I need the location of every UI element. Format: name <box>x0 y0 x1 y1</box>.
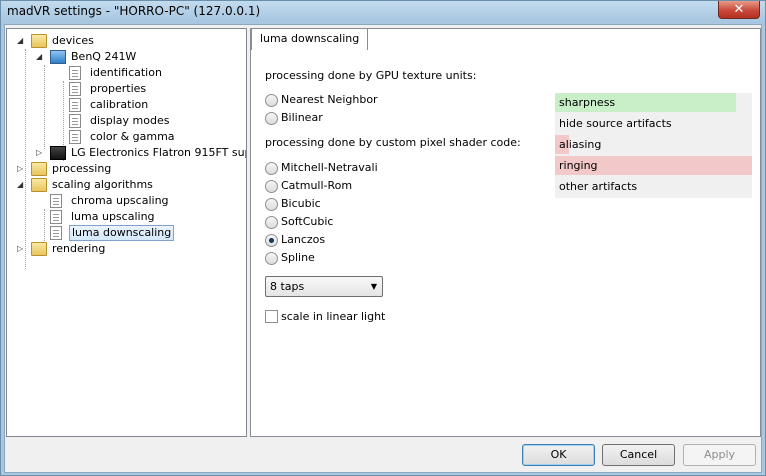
document-icon <box>69 98 81 112</box>
tree-label: scaling algorithms <box>52 178 153 191</box>
tree-label: display modes <box>90 114 170 127</box>
radio-label: SoftCubic <box>281 215 334 228</box>
tree-label: processing <box>52 162 112 175</box>
quality-ratings: sharpness hide source artifacts aliasing… <box>555 93 752 198</box>
rating-label: hide source artifacts <box>559 117 672 130</box>
tree-label: properties <box>90 82 147 95</box>
radio-circle[interactable] <box>265 112 278 125</box>
checkbox-box[interactable] <box>265 310 278 323</box>
title-bar[interactable]: madVR settings - "HORRO-PC" (127.0.0.1) … <box>1 1 765 23</box>
tree-label: luma upscaling <box>71 210 155 223</box>
rating-label: ringing <box>559 159 598 172</box>
radio-circle[interactable] <box>265 252 278 265</box>
radio-label: Mitchell-Netravali <box>281 161 378 174</box>
radio-label: Spline <box>281 251 315 264</box>
window-title: madVR settings - "HORRO-PC" (127.0.0.1) <box>7 4 261 18</box>
radio-circle[interactable] <box>265 198 278 211</box>
cancel-button[interactable]: Cancel <box>602 444 675 466</box>
radio-label: Nearest Neighbor <box>281 93 378 106</box>
document-icon <box>69 82 81 96</box>
settings-window: madVR settings - "HORRO-PC" (127.0.0.1) … <box>0 0 766 476</box>
document-icon <box>69 114 81 128</box>
expand-icon[interactable]: ▷ <box>36 149 45 158</box>
rating-ringing: ringing <box>555 156 752 177</box>
tree-label: color & gamma <box>90 130 175 143</box>
tree-label: identification <box>90 66 162 79</box>
radio-label: Catmull-Rom <box>281 179 353 192</box>
radio-circle[interactable] <box>265 180 278 193</box>
gpu-heading: processing done by GPU texture units: <box>265 69 477 82</box>
collapse-icon[interactable]: ◢ <box>17 37 26 46</box>
folder-icon <box>31 242 47 256</box>
settings-tree[interactable]: ◢ devices ◢ BenQ 241W identification pro… <box>6 28 247 437</box>
document-icon <box>50 210 62 224</box>
taps-value: 8 taps <box>270 280 305 293</box>
dropdown-arrow-icon: ▼ <box>370 282 377 291</box>
collapse-icon[interactable]: ◢ <box>36 53 45 62</box>
radio-label: Bicubic <box>281 197 321 210</box>
close-button[interactable]: ✕ <box>718 1 760 19</box>
folder-icon <box>31 178 47 192</box>
radio-circle-selected[interactable] <box>265 234 278 247</box>
radio-label: Lanczos <box>281 233 326 246</box>
rating-hide-source-artifacts: hide source artifacts <box>555 114 752 135</box>
settings-panel: processing done by GPU texture units: Ne… <box>250 28 761 437</box>
radio-circle[interactable] <box>265 162 278 175</box>
document-icon <box>69 130 81 144</box>
expand-icon[interactable]: ▷ <box>17 245 26 254</box>
tree-line <box>25 49 26 269</box>
rating-aliasing: aliasing <box>555 135 752 156</box>
rating-label: sharpness <box>559 96 616 109</box>
radio-circle[interactable] <box>265 94 278 107</box>
tree-label: BenQ 241W <box>71 50 137 63</box>
panel-content: processing done by GPU texture units: Ne… <box>251 51 760 436</box>
checkbox-label: scale in linear light <box>281 310 386 323</box>
folder-icon <box>31 162 47 176</box>
ok-button[interactable]: OK <box>522 444 595 466</box>
radio-label: Bilinear <box>281 111 323 124</box>
rating-label: aliasing <box>559 138 602 151</box>
tree-label: LG Electronics Flatron 915FT super <box>71 146 247 159</box>
tree-label: chroma upscaling <box>71 194 169 207</box>
radio-circle[interactable] <box>265 216 278 229</box>
identification-icon <box>69 66 81 80</box>
monitor-icon <box>50 50 66 64</box>
document-icon <box>50 226 62 240</box>
shader-heading: processing done by custom pixel shader c… <box>265 136 521 149</box>
rating-label: other artifacts <box>559 180 638 193</box>
client-area: ◢ devices ◢ BenQ 241W identification pro… <box>4 24 762 473</box>
collapse-icon[interactable]: ◢ <box>17 181 26 190</box>
folder-icon <box>31 34 47 48</box>
tree-label: rendering <box>52 242 106 255</box>
document-icon <box>50 194 62 208</box>
tab-luma-downscaling[interactable]: luma downscaling <box>251 28 369 50</box>
tree-label-selected: luma downscaling <box>69 225 175 241</box>
tree-label: devices <box>52 34 94 47</box>
apply-button[interactable]: Apply <box>683 444 756 466</box>
rating-other-artifacts: other artifacts <box>555 177 752 198</box>
tree-label: calibration <box>90 98 149 111</box>
tree-line <box>44 65 45 149</box>
expand-icon[interactable]: ▷ <box>17 165 26 174</box>
rating-sharpness: sharpness <box>555 93 752 114</box>
monitor-icon <box>50 146 66 160</box>
taps-dropdown[interactable]: 8 taps ▼ <box>265 276 383 297</box>
